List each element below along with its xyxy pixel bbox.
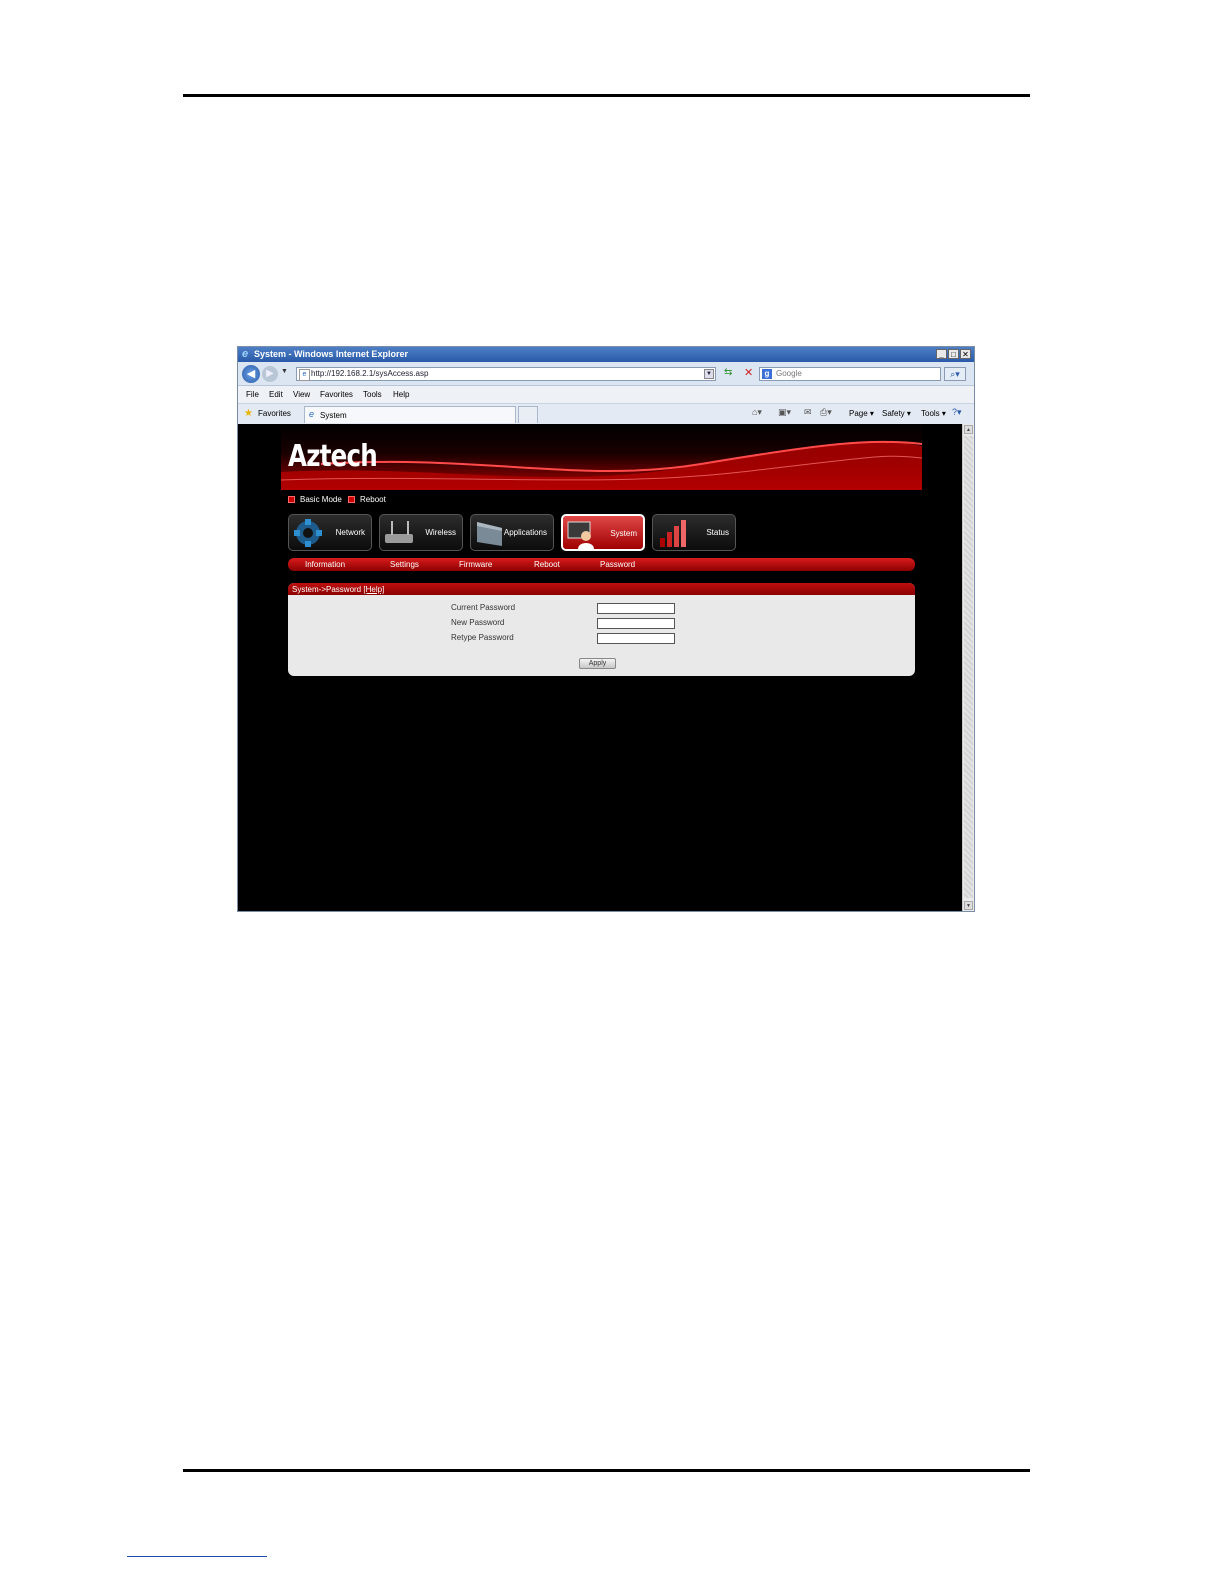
feeds-icon[interactable]: ▣▾ xyxy=(778,407,791,418)
module-status-label: Status xyxy=(706,528,729,537)
current-password-label: Current Password xyxy=(451,603,516,612)
tools-menu[interactable]: Tools ▾ xyxy=(921,409,946,418)
favorites-star-icon[interactable]: ★ xyxy=(244,408,253,419)
menu-tools[interactable]: Tools xyxy=(363,390,382,399)
aztech-logo: Aztech xyxy=(288,439,378,474)
reboot-link[interactable]: Reboot xyxy=(360,495,386,504)
page-viewport: Aztech Basic Mode Reboot Network Wireles… xyxy=(238,424,962,911)
address-text: http://192.168.2.1/sysAccess.asp xyxy=(311,369,429,378)
bullet-icon xyxy=(288,496,295,504)
address-bar-row: ◀ ▶ ▼ e http://192.168.2.1/sysAccess.asp… xyxy=(238,362,974,386)
maximize-icon[interactable]: □ xyxy=(948,349,959,359)
subnav-information[interactable]: Information xyxy=(305,560,345,569)
scroll-down-icon[interactable]: ▼ xyxy=(964,901,973,910)
menu-edit[interactable]: Edit xyxy=(269,390,283,399)
menu-view[interactable]: View xyxy=(293,390,310,399)
panel-title-text: System->Password xyxy=(292,585,362,594)
module-system-button[interactable]: System xyxy=(561,514,645,551)
scroll-up-icon[interactable]: ▲ xyxy=(964,425,973,434)
mail-icon[interactable]: ✉ xyxy=(804,407,812,418)
apply-button[interactable]: Apply xyxy=(579,658,616,669)
new-password-field[interactable] xyxy=(597,618,675,629)
status-chart-icon xyxy=(660,520,686,547)
menu-favorites[interactable]: Favorites xyxy=(320,390,353,399)
system-admin-icon xyxy=(567,521,594,549)
home-icon[interactable]: ⌂▾ xyxy=(752,407,762,418)
stop-icon[interactable]: ✕ xyxy=(744,366,753,379)
bottom-rule xyxy=(183,1469,1030,1472)
close-icon[interactable]: ✕ xyxy=(960,349,971,359)
banner-swoosh xyxy=(281,440,922,490)
module-status-button[interactable]: Status xyxy=(652,514,736,551)
top-rule xyxy=(183,94,1030,97)
tab-title: System xyxy=(320,411,347,420)
retype-password-label: Retype Password xyxy=(451,633,514,642)
back-arrow-icon[interactable]: ◀ xyxy=(242,365,260,383)
address-dropdown-icon[interactable]: ▼ xyxy=(704,369,714,379)
vertical-scrollbar[interactable]: ▲ ▼ xyxy=(962,424,974,911)
favorites-bar: ★ Favorites e System ⌂▾ ▣▾ ✉ ⎙▾ Page ▾ S… xyxy=(238,403,974,425)
tab-system[interactable]: e System xyxy=(304,406,516,423)
module-system-label: System xyxy=(610,529,637,538)
menu-bar: File Edit View Favorites Tools Help xyxy=(238,386,974,403)
subnav-reboot[interactable]: Reboot xyxy=(534,560,560,569)
new-password-label: New Password xyxy=(451,618,505,627)
module-wireless-label: Wireless xyxy=(425,528,456,537)
subnav-firmware[interactable]: Firmware xyxy=(459,560,492,569)
new-tab-button[interactable] xyxy=(518,406,538,423)
tools-menu-label: Tools xyxy=(921,409,940,418)
help-icon[interactable]: ?▾ xyxy=(952,407,962,418)
subnav-settings[interactable]: Settings xyxy=(390,560,419,569)
footer-link-underline xyxy=(127,1556,267,1557)
applications-icon xyxy=(477,522,502,546)
ie-logo-icon: e xyxy=(242,348,249,360)
retype-password-field[interactable] xyxy=(597,633,675,644)
favorites-button[interactable]: Favorites xyxy=(258,409,291,418)
page-menu-label: Page xyxy=(849,409,868,418)
brand-banner: Aztech xyxy=(281,424,922,490)
quick-links: Basic Mode Reboot xyxy=(288,495,386,504)
page-icon: e xyxy=(299,369,310,381)
search-icon[interactable]: ⌕▾ xyxy=(944,367,966,381)
window-controls: _ □ ✕ xyxy=(936,349,971,359)
title-bar: e System - Windows Internet Explorer _ □… xyxy=(238,347,974,362)
menu-file[interactable]: File xyxy=(246,390,259,399)
scrollbar-track[interactable] xyxy=(964,436,973,898)
menu-help[interactable]: Help xyxy=(393,390,409,399)
panel-title: System->Password [Help] xyxy=(292,585,384,594)
current-password-field[interactable] xyxy=(597,603,675,614)
refresh-icon[interactable]: ⇆ xyxy=(724,367,732,378)
module-applications-button[interactable]: Applications xyxy=(470,514,554,551)
module-applications-label: Applications xyxy=(503,528,547,537)
print-icon[interactable]: ⎙▾ xyxy=(820,407,832,418)
module-wireless-button[interactable]: Wireless xyxy=(379,514,463,551)
window-title: System - Windows Internet Explorer xyxy=(254,349,408,359)
safety-menu-label: Safety xyxy=(882,409,905,418)
address-input[interactable]: e http://192.168.2.1/sysAccess.asp ▼ xyxy=(296,367,716,381)
system-subnav: Information Settings Firmware Reboot Pas… xyxy=(288,558,915,571)
minimize-icon[interactable]: _ xyxy=(936,349,947,359)
module-network-label: Network xyxy=(335,528,365,537)
browser-window: e System - Windows Internet Explorer _ □… xyxy=(237,346,975,912)
tab-ie-icon: e xyxy=(309,409,315,419)
bullet-icon xyxy=(348,496,356,504)
router-icon xyxy=(385,521,413,543)
network-icon xyxy=(294,519,322,547)
safety-menu[interactable]: Safety ▾ xyxy=(882,409,911,418)
password-panel: System->Password [Help] Current Password… xyxy=(288,583,915,676)
search-input[interactable]: g Google xyxy=(759,367,941,381)
forward-arrow-icon[interactable]: ▶ xyxy=(262,366,278,382)
basic-mode-link[interactable]: Basic Mode xyxy=(300,495,342,504)
subnav-password[interactable]: Password xyxy=(600,560,635,569)
panel-header: System->Password [Help] xyxy=(288,583,915,595)
help-link[interactable]: [Help] xyxy=(363,585,384,594)
history-dropdown-icon[interactable]: ▼ xyxy=(281,368,288,375)
search-placeholder: Google xyxy=(776,369,802,378)
page-menu[interactable]: Page ▾ xyxy=(849,409,874,418)
module-network-button[interactable]: Network xyxy=(288,514,372,551)
google-logo-icon: g xyxy=(762,369,772,379)
